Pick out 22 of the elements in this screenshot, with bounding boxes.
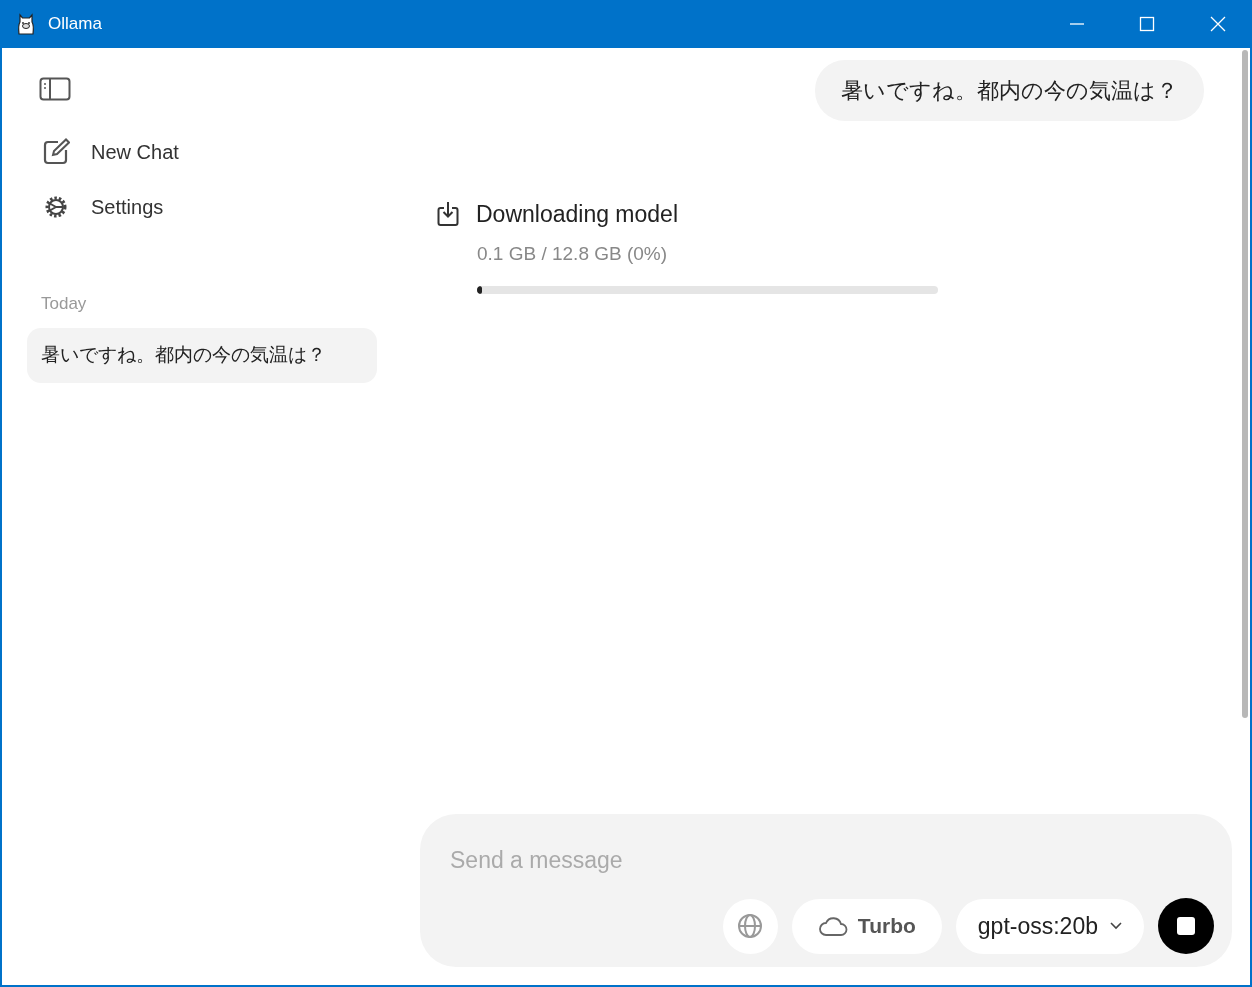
sidebar-toggle-icon[interactable] (39, 76, 71, 102)
globe-icon (737, 913, 764, 939)
download-progress-text: 0.1 GB / 12.8 GB (0%) (477, 241, 668, 266)
stop-button[interactable] (1158, 898, 1214, 954)
chat-history-item[interactable]: 暑いですね。都内の今の気温は？ (27, 327, 377, 383)
stop-icon (1177, 917, 1195, 935)
window-title: Ollama (48, 13, 102, 36)
section-heading: Today (41, 293, 87, 315)
close-icon[interactable] (1210, 16, 1226, 32)
download-title: Downloading model (476, 200, 678, 229)
download-icon (436, 201, 460, 228)
model-selector[interactable]: gpt-oss:20b (955, 898, 1144, 954)
chevron-down-icon (1110, 922, 1122, 930)
maximize-icon[interactable] (1139, 16, 1155, 32)
llama-logo-icon (16, 13, 36, 35)
user-message-bubble: 暑いですね。都内の今の気温は？ (815, 60, 1204, 121)
cloud-icon (817, 916, 848, 936)
message-input[interactable]: Send a message (450, 842, 1202, 878)
sidebar-item[interactable]: New Chat (91, 137, 179, 167)
turbo-button[interactable]: Turbo (791, 898, 942, 954)
sidebar-item[interactable]: Settings (91, 192, 164, 222)
edit-icon (42, 138, 70, 166)
